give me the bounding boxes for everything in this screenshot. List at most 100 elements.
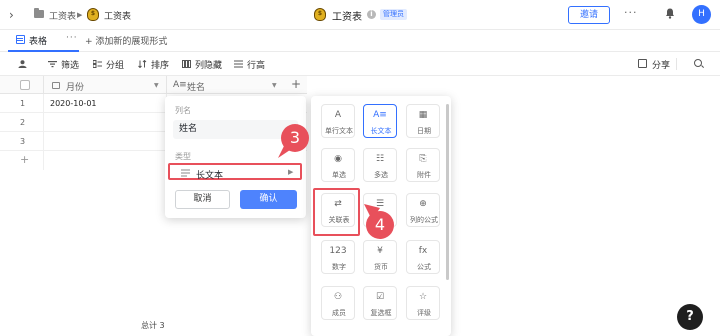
group-button[interactable]: 分组 xyxy=(106,58,124,71)
type-option-checkbox[interactable]: ☑ 复选框 xyxy=(363,286,397,320)
link-table-highlight xyxy=(313,188,360,236)
top-bar: › 工资表 ▶ $ 工资表 $ 工资表 i 管理员 邀请 ··· H xyxy=(0,0,720,30)
tab-label: 表格 xyxy=(29,37,48,47)
long-text-icon: A≡ xyxy=(373,110,387,120)
notification-bell-icon[interactable] xyxy=(665,8,675,19)
type-option-label: 列的公式 xyxy=(410,216,438,224)
money-bag-icon: $ xyxy=(87,8,99,21)
footer-total: 总计 3 xyxy=(141,321,165,330)
type-option-long-text[interactable]: A≡ 长文本 xyxy=(363,104,397,138)
multi-select-icon: ☷ xyxy=(375,154,385,164)
column-header-label: 月份 xyxy=(66,83,85,93)
chevron-down-icon[interactable]: ▼ xyxy=(154,82,159,89)
number-icon: 123 xyxy=(329,246,347,256)
field-type-select[interactable]: 长文本 ▶ xyxy=(168,163,302,181)
row-number: 2 xyxy=(20,118,26,127)
type-option-label: 复选框 xyxy=(370,309,392,317)
help-button[interactable]: ? xyxy=(677,304,703,330)
currency-icon: ¥ xyxy=(377,246,383,256)
row-height-icon xyxy=(234,60,243,68)
star-icon: ☆ xyxy=(418,292,428,302)
formula-icon: fx xyxy=(418,246,428,256)
step-3-marker: 3 xyxy=(281,124,309,152)
field-type-label: 类型 xyxy=(175,152,191,161)
field-type-value: 长文本 xyxy=(196,171,224,181)
hide-columns-button[interactable]: 列隐藏 xyxy=(195,58,222,71)
sort-icon xyxy=(138,60,147,68)
tab-more-icon[interactable]: ··· xyxy=(66,33,78,43)
row-number: 3 xyxy=(20,137,26,146)
type-option-label: 多选 xyxy=(374,171,388,179)
grid-header: 月份 ▼ A≡ 姓名 ▼ + xyxy=(0,76,307,94)
type-option-label: 货币 xyxy=(374,263,388,271)
month-cell[interactable]: 2020-10-01 xyxy=(50,99,97,108)
single-line-text-icon: A xyxy=(334,110,342,120)
field-name-label: 列名 xyxy=(175,106,191,115)
type-option-column-formula[interactable]: ⊕ 列的公式 xyxy=(406,193,440,227)
filter-button[interactable]: 筛选 xyxy=(61,58,79,71)
folder-icon xyxy=(34,8,44,18)
date-field-icon xyxy=(52,82,60,89)
user-filter-icon[interactable] xyxy=(18,60,27,68)
grid-view-icon xyxy=(16,35,25,44)
share-icon xyxy=(638,59,647,68)
confirm-button[interactable]: 确认 xyxy=(240,190,297,209)
column-formula-icon: ⊕ xyxy=(419,199,427,209)
column-header-month[interactable]: 月份 ▼ xyxy=(43,76,166,94)
add-column-button[interactable]: + xyxy=(291,77,301,91)
type-option-rating[interactable]: ☆ 评级 xyxy=(406,286,440,320)
checkbox-icon: ☑ xyxy=(375,292,385,302)
type-option-label: 日期 xyxy=(417,127,431,135)
type-option-single-select[interactable]: ◉ 单选 xyxy=(321,148,355,182)
type-option-label: 数字 xyxy=(332,263,346,271)
search-icon[interactable] xyxy=(694,59,702,67)
cancel-button[interactable]: 取消 xyxy=(175,190,230,209)
select-all-checkbox[interactable] xyxy=(20,80,30,90)
member-icon: ⚇ xyxy=(333,292,343,302)
breadcrumb-current[interactable]: 工资表 xyxy=(104,9,131,22)
view-tab-bar: 表格 ··· + 添加新的展现形式 xyxy=(0,30,720,52)
info-icon[interactable]: i xyxy=(367,10,376,19)
type-option-date[interactable]: ▦ 日期 xyxy=(406,104,440,138)
type-option-label: 单选 xyxy=(332,171,346,179)
row-height-button[interactable]: 行高 xyxy=(247,58,265,71)
hide-column-icon xyxy=(182,60,191,68)
single-select-icon: ◉ xyxy=(334,154,342,164)
type-option-label: 公式 xyxy=(417,263,431,271)
type-option-number[interactable]: 123 数字 xyxy=(321,240,355,274)
sort-button[interactable]: 排序 xyxy=(151,58,169,71)
add-view-button[interactable]: + 添加新的展现形式 xyxy=(85,34,167,47)
column-header-label: 姓名 xyxy=(187,83,206,93)
step-4-marker: 4 xyxy=(366,211,394,239)
type-option-label: 单行文本 xyxy=(325,127,353,135)
field-name-input[interactable]: 姓名 xyxy=(173,120,298,139)
toolbar-divider xyxy=(676,58,677,70)
paperclip-icon: ⎘ xyxy=(419,154,427,164)
breadcrumb-parent[interactable]: 工资表 xyxy=(49,9,76,22)
tab-grid-view[interactable]: 表格 ··· xyxy=(8,30,79,52)
expand-sidebar-icon[interactable]: › xyxy=(9,9,14,21)
more-options-icon[interactable]: ··· xyxy=(624,6,638,19)
document-title[interactable]: 工资表 xyxy=(332,8,362,23)
user-avatar[interactable]: H xyxy=(692,5,711,24)
type-option-formula[interactable]: fx 公式 xyxy=(406,240,440,274)
invite-button[interactable]: 邀请 xyxy=(568,6,610,24)
type-option-currency[interactable]: ¥ 货币 xyxy=(363,240,397,274)
type-option-attachment[interactable]: ⎘ 附件 xyxy=(406,148,440,182)
share-button[interactable]: 分享 xyxy=(652,58,670,71)
money-bag-icon: $ xyxy=(314,8,326,21)
role-badge: 管理员 xyxy=(380,9,407,20)
row-number: 1 xyxy=(20,99,26,108)
type-option-label: 附件 xyxy=(417,171,431,179)
type-option-member[interactable]: ⚇ 成员 xyxy=(321,286,355,320)
column-header-name[interactable]: A≡ 姓名 ▼ xyxy=(166,76,283,94)
filter-icon xyxy=(48,61,57,68)
type-option-single-line-text[interactable]: A 单行文本 xyxy=(321,104,355,138)
chevron-down-icon[interactable]: ▼ xyxy=(272,82,277,89)
type-option-label: 长文本 xyxy=(370,127,392,135)
type-option-multi-select[interactable]: ☷ 多选 xyxy=(363,148,397,182)
long-text-icon xyxy=(181,169,190,177)
picker-scrollbar[interactable] xyxy=(446,104,449,280)
add-row-button[interactable]: + xyxy=(20,153,29,166)
calendar-icon: ▦ xyxy=(418,110,428,120)
